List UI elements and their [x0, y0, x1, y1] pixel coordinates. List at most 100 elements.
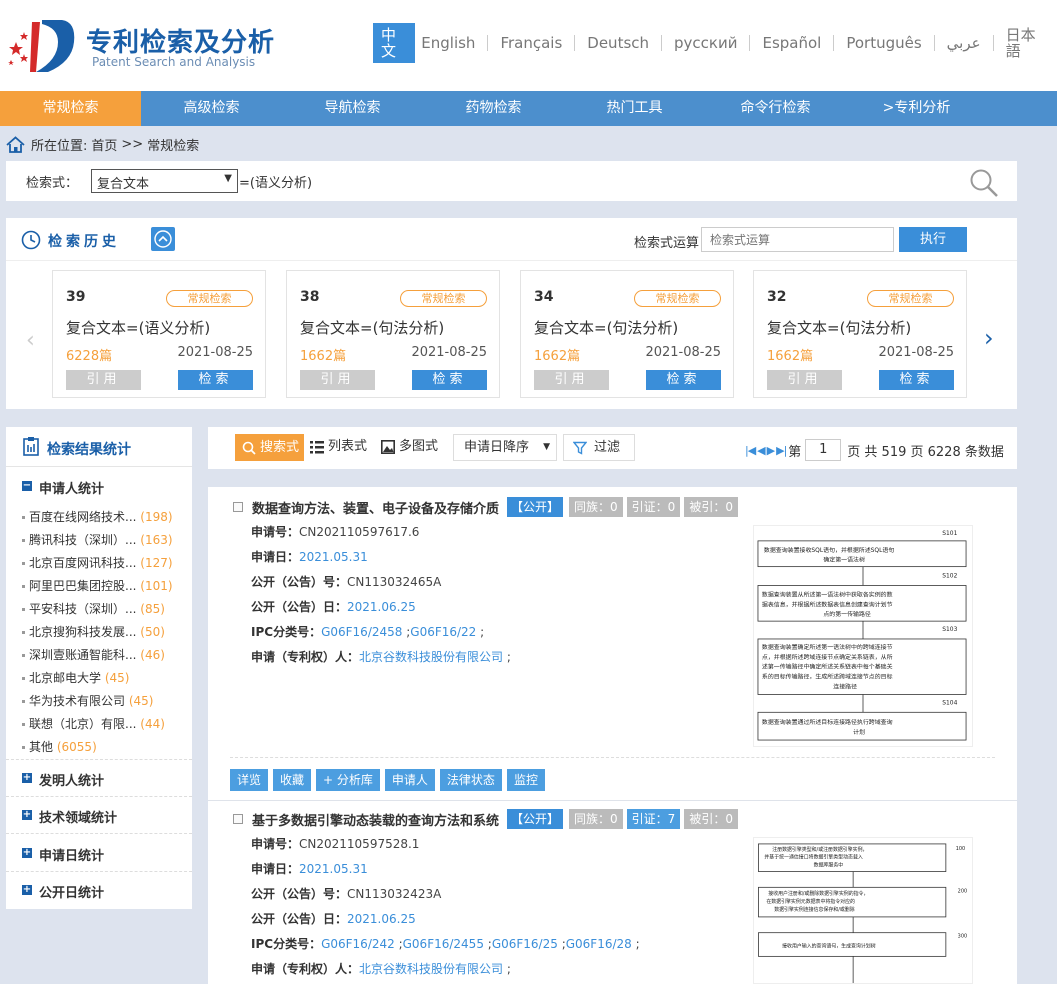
applicant-stat-item[interactable]: 联想（北京）有限... (44): [22, 715, 165, 732]
ipc-link[interactable]: G06F16/2458: [321, 625, 402, 639]
ipc-link[interactable]: G06F16/25: [492, 937, 558, 951]
ipc-link[interactable]: G06F16/22: [410, 625, 476, 639]
history-card-date: 2021-08-25: [878, 345, 954, 360]
lang-de[interactable]: Deutsch: [575, 35, 663, 51]
result-title[interactable]: 数据查询方法、装置、电子设备及存储介质: [252, 498, 499, 517]
add-analysis-button[interactable]: + 分析库: [316, 769, 380, 791]
history-search-button[interactable]: 检索: [412, 370, 487, 390]
applicant-stat-item[interactable]: 阿里巴巴集团控股... (101): [22, 577, 173, 594]
lang-ar[interactable]: عربي: [935, 35, 994, 51]
results-toolbar: 搜索式 列表式 多图式 申请日降序 ▼ 过滤 |◀ ◀ ▶ ▶| 第 1 页 共…: [208, 427, 1017, 469]
history-search-button[interactable]: 检索: [178, 370, 253, 390]
tech-field-stats-header[interactable]: + 技术领域统计: [6, 797, 192, 834]
inventor-stats-header[interactable]: + 发明人统计: [6, 760, 192, 797]
pub-date-stats-header[interactable]: + 公开日统计: [6, 872, 192, 909]
family-badge[interactable]: 同族：0: [569, 809, 623, 829]
patent-drawing-thumbnail[interactable]: S101 数据查询装置接收SQL语句，并根据所述SQL语句 确定第一语法树 S1…: [753, 525, 973, 747]
pub-date-value[interactable]: 2021.06.25: [347, 600, 416, 614]
ipc-link[interactable]: G06F16/242: [321, 937, 395, 951]
applicant-stat-item[interactable]: 腾讯科技（深圳）... (163): [22, 531, 173, 548]
patent-drawing-thumbnail[interactable]: 注册数据引擎类型和/或注册数据引擎实例， 并基于统一通信接口将数据引擎类型动态载…: [753, 837, 973, 984]
sort-select[interactable]: 申请日降序 ▼: [453, 434, 557, 461]
lang-es[interactable]: Español: [750, 35, 835, 51]
view-list-button[interactable]: 列表式: [304, 434, 374, 461]
applicant-stat-item[interactable]: 平安科技（深圳）... (85): [22, 600, 165, 617]
result-title-row: 数据查询方法、装置、电子设备及存储介质 【公开】 同族：0 引证：0 被引：0: [233, 496, 742, 518]
collapse-button[interactable]: [151, 227, 175, 251]
view-image-button[interactable]: 多图式: [375, 434, 445, 461]
lang-ru[interactable]: русский: [662, 35, 751, 51]
first-page-icon[interactable]: |◀: [745, 444, 756, 457]
favorite-button[interactable]: 收藏: [273, 769, 312, 791]
history-card-number: 34: [534, 289, 554, 305]
nav-advanced-search[interactable]: 高级检索: [141, 91, 282, 126]
view-search-button[interactable]: 搜索式: [235, 434, 307, 461]
nav-navigation-search[interactable]: 导航检索: [282, 91, 423, 126]
search-icon[interactable]: [969, 168, 999, 198]
history-search-button[interactable]: 检索: [879, 370, 954, 390]
app-date-value[interactable]: 2021.05.31: [299, 550, 368, 564]
pub-date-value[interactable]: 2021.06.25: [347, 912, 416, 926]
applicant-stats-header[interactable]: − 申请人统计: [6, 468, 192, 505]
result-checkbox[interactable]: [233, 502, 243, 512]
lang-pt[interactable]: Português: [834, 35, 935, 51]
applicant-link[interactable]: 北京谷数科技股份有限公司: [359, 962, 503, 976]
detail-button[interactable]: 详览: [230, 769, 269, 791]
legal-status-button[interactable]: 法律状态: [439, 769, 502, 791]
carousel-prev-icon[interactable]: ‹: [26, 328, 35, 353]
applicant-stat-item[interactable]: 百度在线网络技术... (198): [22, 508, 173, 525]
next-page-icon[interactable]: ▶: [767, 444, 776, 457]
page-input[interactable]: 1: [805, 439, 842, 461]
carousel-next-icon[interactable]: ›: [984, 324, 994, 352]
lang-en[interactable]: English: [421, 35, 489, 51]
svg-text:S102: S102: [942, 573, 957, 580]
family-badge[interactable]: 同族：0: [569, 497, 623, 517]
cited-badge[interactable]: 引证：7: [626, 809, 681, 829]
cited-by-badge[interactable]: 被引：0: [684, 497, 738, 517]
status-badge: 【公开】: [507, 809, 564, 829]
execute-button[interactable]: 执行: [899, 227, 967, 252]
ipc-link[interactable]: G06F16/2455: [403, 937, 484, 951]
app-date-value[interactable]: 2021.05.31: [299, 862, 368, 876]
stats-title: 检索结果统计: [47, 442, 131, 458]
svg-text:S104: S104: [942, 699, 957, 706]
applicant-link[interactable]: 北京谷数科技股份有限公司: [359, 650, 503, 664]
svg-text:数据库服务中: 数据库服务中: [814, 862, 844, 869]
lang-ja[interactable]: 日本語: [994, 27, 1057, 59]
cite-button[interactable]: 引用: [767, 370, 842, 390]
lang-fr[interactable]: Français: [488, 35, 576, 51]
result-checkbox[interactable]: [233, 814, 243, 824]
result-title[interactable]: 基于多数据引擎动态装载的查询方法和系统: [252, 810, 499, 829]
ipc-link[interactable]: G06F16/28: [566, 937, 632, 951]
breadcrumb-home[interactable]: 首页: [91, 135, 117, 154]
nav-drug-search[interactable]: 药物检索: [423, 91, 564, 126]
history-search-button[interactable]: 检索: [646, 370, 721, 390]
cited-by-badge[interactable]: 被引：0: [684, 809, 738, 829]
cite-button[interactable]: 引用: [300, 370, 375, 390]
operation-input[interactable]: [701, 227, 894, 252]
cite-button[interactable]: 引用: [66, 370, 141, 390]
app-date-stats-header[interactable]: + 申请日统计: [6, 835, 192, 872]
applicant-stat-item[interactable]: 其他 (6055): [22, 738, 97, 755]
divider: [230, 757, 995, 758]
prev-page-icon[interactable]: ◀: [757, 444, 766, 457]
monitor-button[interactable]: 监控: [506, 769, 545, 791]
nav-command-search[interactable]: 命令行检索: [705, 91, 846, 126]
search-field-select[interactable]: 复合文本 ▼: [91, 169, 238, 193]
applicant-stat-item[interactable]: 北京搜狗科技发展... (50): [22, 623, 165, 640]
applicant-button[interactable]: 申请人: [384, 769, 435, 791]
applicant-stat-item[interactable]: 北京邮电大学 (45): [22, 669, 129, 686]
cited-badge[interactable]: 引证：0: [626, 497, 681, 517]
nav-patent-analysis[interactable]: >专利分析: [846, 91, 987, 126]
applicant-count: (46): [140, 648, 165, 662]
cite-button[interactable]: 引用: [534, 370, 609, 390]
applicant-stat-item[interactable]: 深圳壹账通智能科... (46): [22, 646, 165, 663]
nav-basic-search[interactable]: 常规检索: [0, 91, 141, 126]
applicant-stat-item[interactable]: 华为技术有限公司 (45): [22, 692, 153, 709]
applicant-stat-item[interactable]: 北京百度网讯科技... (127): [22, 554, 173, 571]
filter-button[interactable]: 过滤: [563, 434, 635, 461]
lang-zh[interactable]: 中文: [373, 23, 416, 63]
applicant-name: 其他: [29, 740, 54, 754]
last-page-icon[interactable]: ▶|: [776, 444, 787, 457]
nav-hot-tools[interactable]: 热门工具: [564, 91, 705, 126]
